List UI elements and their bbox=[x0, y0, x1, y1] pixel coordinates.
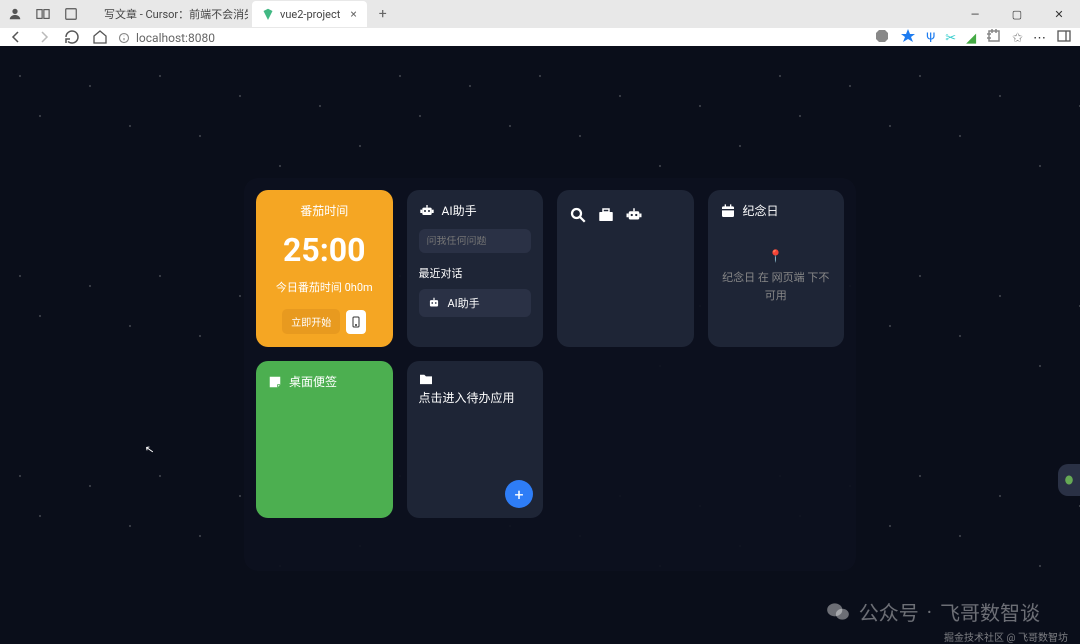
ai-recent-item-label: AI助手 bbox=[448, 295, 480, 311]
tab-bar: 写文章 - Cursor：前端不会消失， × vue2-project × + … bbox=[0, 0, 1080, 28]
browser-chrome: 写文章 - Cursor：前端不会消失， × vue2-project × + … bbox=[0, 0, 1080, 46]
watermark-label: 公众号 bbox=[859, 597, 919, 626]
watermark: 公众号 · 飞哥数智谈 bbox=[825, 597, 1040, 626]
folder-icon bbox=[419, 373, 433, 385]
sidebar-toggle-icon[interactable] bbox=[1056, 28, 1072, 48]
anniversary-message: 纪念日 在 网页端 下不可用 bbox=[720, 269, 833, 304]
tab-actions-icon[interactable] bbox=[64, 7, 78, 21]
magnifier-icon[interactable] bbox=[569, 206, 587, 224]
ai-input-box[interactable]: → bbox=[419, 229, 532, 253]
menu-icon[interactable]: ⋯ bbox=[1033, 31, 1046, 46]
forward-button bbox=[36, 29, 52, 48]
anniversary-widget[interactable]: 纪念日 📍 纪念日 在 网页端 下不可用 bbox=[708, 190, 845, 347]
url-text: localhost:8080 bbox=[136, 31, 215, 45]
briefcase-icon[interactable] bbox=[597, 206, 615, 224]
watermark-sep: · bbox=[927, 600, 932, 624]
ext-1-icon[interactable]: Ψ bbox=[926, 31, 935, 46]
ai-input-field[interactable] bbox=[427, 236, 544, 247]
workspaces-icon[interactable] bbox=[36, 7, 50, 21]
profile-icon[interactable] bbox=[8, 7, 22, 21]
ext-2-icon[interactable]: ✂ bbox=[945, 31, 956, 46]
side-drawer-tab[interactable] bbox=[1058, 464, 1080, 496]
adblock-icon[interactable] bbox=[874, 28, 890, 48]
calendar-icon bbox=[720, 203, 736, 219]
sticky-widget[interactable]: 桌面便签 bbox=[256, 361, 393, 518]
url-input[interactable]: localhost:8080 bbox=[118, 31, 864, 45]
pomodoro-widget[interactable]: 番茄时间 25:00 今日番茄时间 0h0m 立即开始 bbox=[256, 190, 393, 347]
tab-2[interactable]: vue2-project × bbox=[252, 1, 367, 27]
pomodoro-start-button[interactable]: 立即开始 bbox=[282, 309, 340, 334]
ai-widget[interactable]: AI助手 → 最近对话 AI助手 bbox=[407, 190, 544, 347]
home-button[interactable] bbox=[92, 29, 108, 48]
todo-widget[interactable]: 点击进入待办应用 + bbox=[407, 361, 544, 518]
minimize-button[interactable]: — bbox=[954, 0, 996, 28]
robot-icon bbox=[419, 203, 435, 219]
tab-2-title: vue2-project bbox=[280, 8, 340, 21]
address-bar: localhost:8080 Ψ ✂ ◢ ✩ ⋯ bbox=[0, 28, 1080, 48]
todo-title: 点击进入待办应用 bbox=[419, 389, 515, 406]
robot-alt-icon[interactable] bbox=[625, 206, 643, 224]
page-content: 番茄时间 25:00 今日番茄时间 0h0m 立即开始 AI助手 → 最近对话 … bbox=[0, 46, 1080, 644]
ext-3-icon[interactable]: ◢ bbox=[966, 31, 976, 46]
ai-recent-label: 最近对话 bbox=[419, 265, 532, 281]
search-widget[interactable] bbox=[557, 190, 694, 347]
ext-4-icon[interactable] bbox=[986, 28, 1002, 48]
tab-1[interactable]: 写文章 - Cursor：前端不会消失， × bbox=[88, 1, 248, 27]
ai-title: AI助手 bbox=[442, 202, 477, 219]
sticky-title: 桌面便签 bbox=[289, 373, 337, 390]
pomodoro-time: 25:00 bbox=[283, 231, 365, 269]
tab-2-close[interactable]: × bbox=[350, 7, 356, 21]
back-button[interactable] bbox=[8, 29, 24, 48]
maximize-button[interactable]: ▢ bbox=[996, 0, 1038, 28]
new-tab-button[interactable]: + bbox=[371, 6, 395, 22]
tab-2-favicon bbox=[262, 8, 274, 20]
tab-1-title: 写文章 - Cursor：前端不会消失， bbox=[104, 6, 248, 22]
pomodoro-title: 番茄时间 bbox=[300, 202, 348, 219]
favorites-bar-icon[interactable]: ✩ bbox=[1012, 31, 1023, 46]
note-icon bbox=[268, 375, 282, 389]
info-icon bbox=[118, 32, 130, 44]
ai-recent-item[interactable]: AI助手 bbox=[419, 289, 532, 317]
mouse-cursor: ↖ bbox=[144, 442, 155, 456]
watermark-name: 飞哥数智谈 bbox=[940, 597, 1040, 626]
refresh-button[interactable] bbox=[64, 29, 80, 48]
wechat-icon bbox=[825, 599, 851, 625]
pomodoro-expand-button[interactable] bbox=[346, 310, 366, 334]
robot-small-icon bbox=[427, 296, 441, 310]
credit-text: 掘金技术社区 @ 飞哥数智坊 bbox=[944, 629, 1068, 644]
anniversary-title: 纪念日 bbox=[743, 202, 779, 219]
pin-icon: 📍 bbox=[720, 249, 833, 263]
close-window-button[interactable]: ✕ bbox=[1038, 0, 1080, 28]
todo-add-button[interactable]: + bbox=[505, 480, 533, 508]
pomodoro-today: 今日番茄时间 0h0m bbox=[276, 279, 373, 295]
favorite-icon[interactable] bbox=[900, 28, 916, 48]
widget-dashboard: 番茄时间 25:00 今日番茄时间 0h0m 立即开始 AI助手 → 最近对话 … bbox=[244, 178, 856, 571]
